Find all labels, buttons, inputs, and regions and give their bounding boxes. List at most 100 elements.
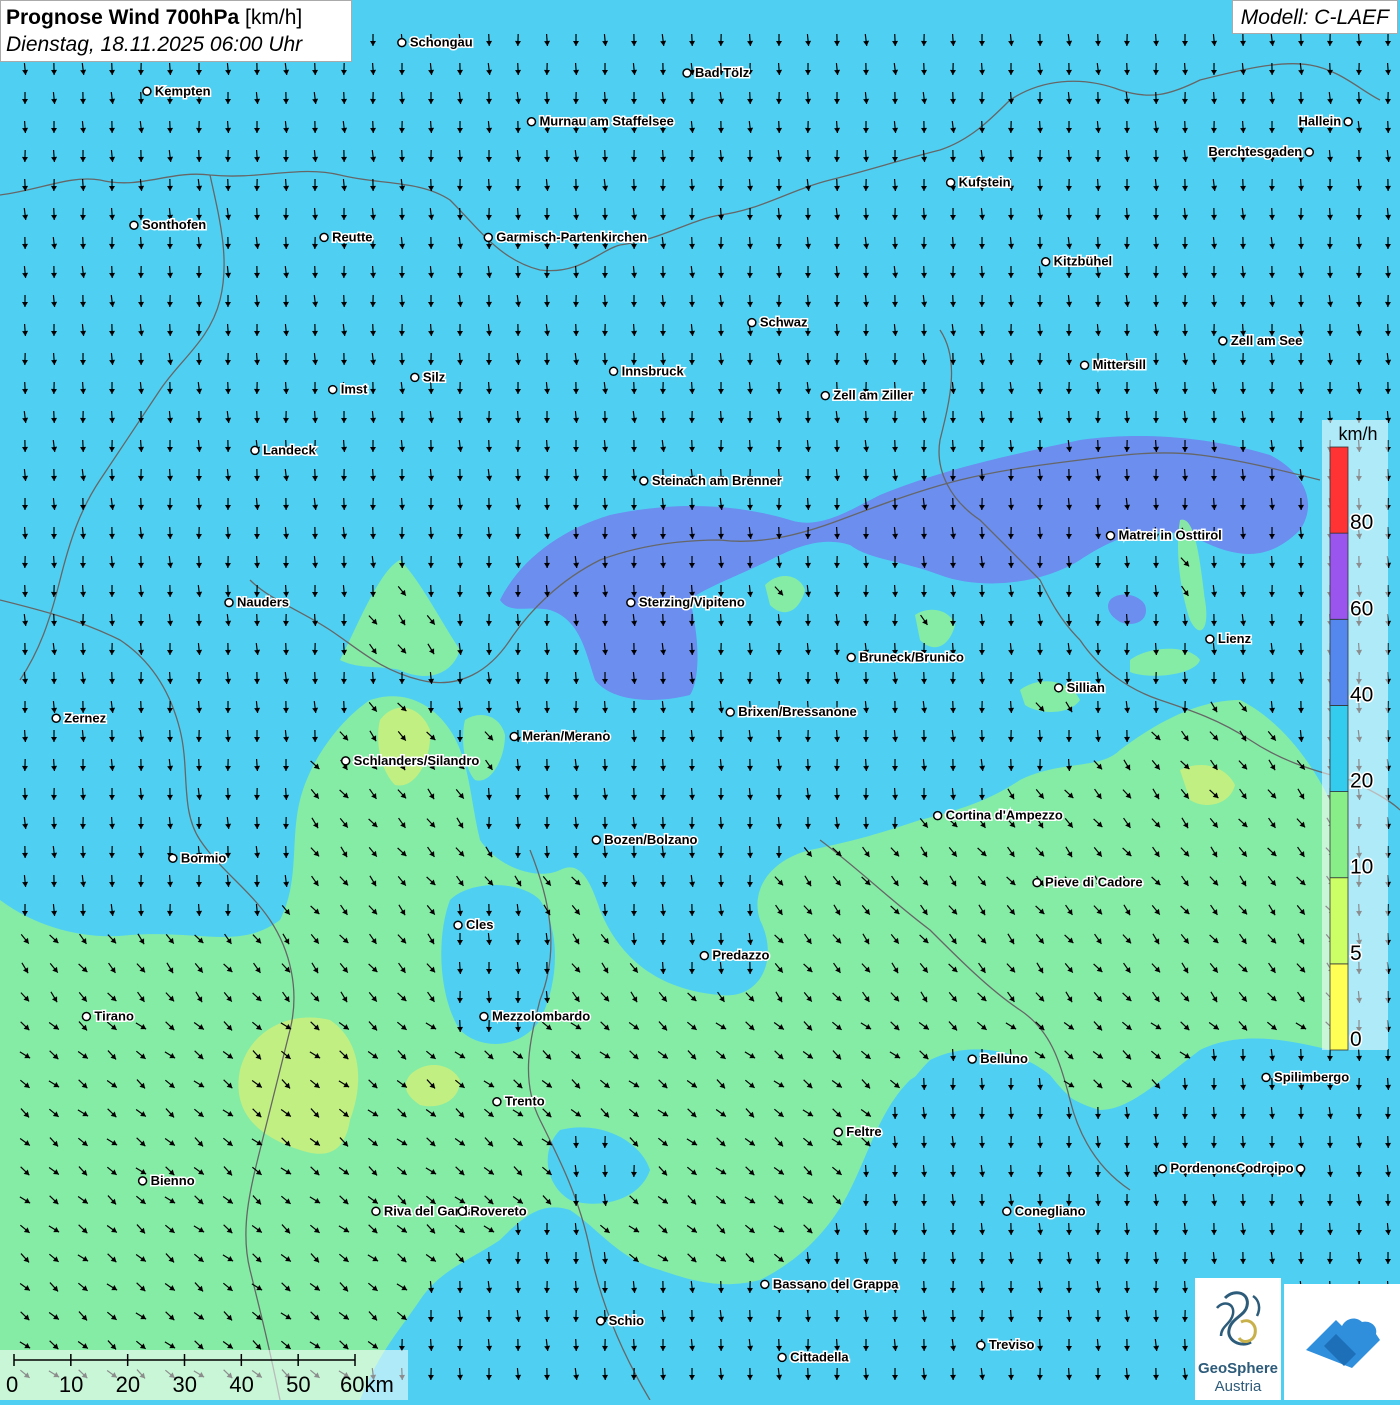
place-dot: [627, 599, 635, 607]
place-dot: [458, 1207, 466, 1215]
place-label: Silz: [423, 369, 446, 384]
place-label: Murnau am Staffelsee: [539, 114, 673, 129]
place-label: Bruneck/Brunico: [859, 649, 964, 664]
place-marker: Innsbruck: [610, 363, 685, 378]
legend-unit: km/h: [1338, 424, 1377, 444]
place-label: Bormio: [181, 850, 227, 865]
place-dot: [1219, 337, 1227, 345]
place-label: Landeck: [263, 442, 317, 457]
legend-label: 80: [1350, 511, 1373, 534]
place-marker: Pieve di Cadore: [1033, 875, 1143, 890]
distance-scale: 0102030405060km: [0, 1350, 408, 1400]
place-marker: Bassano del Grappa: [761, 1276, 899, 1291]
place-label: Bienno: [151, 1173, 195, 1188]
place-label: Rovereto: [470, 1203, 526, 1218]
place-dot: [225, 599, 233, 607]
place-marker: Zell am See: [1219, 333, 1303, 348]
place-dot: [592, 836, 600, 844]
color-legend: km/h051020406080: [1322, 420, 1388, 1051]
place-dot: [683, 69, 691, 77]
wind-map: SchongauBad TölzKemptenMurnau am Staffel…: [0, 0, 1400, 1400]
place-dot: [1055, 684, 1063, 692]
place-dot: [748, 319, 756, 327]
place-label: Predazzo: [712, 948, 769, 963]
legend-swatch: [1330, 792, 1348, 878]
place-label: Bassano del Grappa: [773, 1276, 899, 1291]
place-marker: Brixen/Bressanone: [726, 704, 857, 719]
place-label: Steinach am Brenner: [652, 473, 782, 488]
place-label: Cortina d'Ampezzo: [946, 808, 1063, 823]
place-dot: [143, 87, 151, 95]
place-dot: [834, 1128, 842, 1136]
title-box: Prognose Wind 700hPa [km/h] Dienstag, 18…: [0, 0, 352, 62]
place-label: Schlanders/Silandro: [354, 753, 480, 768]
place-dot: [1297, 1165, 1305, 1173]
place-marker: Schlanders/Silandro: [342, 753, 480, 768]
place-dot: [968, 1055, 976, 1063]
place-label: Cles: [466, 917, 493, 932]
place-label: Brixen/Bressanone: [738, 704, 857, 719]
place-dot: [610, 367, 618, 375]
place-dot: [1262, 1073, 1270, 1081]
place-label: Pordenone: [1170, 1161, 1238, 1176]
map-title: Prognose Wind 700hPa [km/h]: [6, 4, 346, 31]
legend-swatch: [1330, 533, 1348, 619]
place-label: Berchtesgaden: [1208, 144, 1302, 159]
legend-label: 60: [1350, 597, 1373, 620]
scale-label: 40: [229, 1372, 253, 1397]
place-label: Zernez: [64, 710, 106, 725]
place-marker: Spilimbergo: [1262, 1069, 1349, 1084]
place-marker: Berchtesgaden: [1208, 144, 1313, 159]
place-dot: [372, 1207, 380, 1215]
place-marker: Sonthofen: [130, 217, 206, 232]
place-label: Kempten: [155, 83, 211, 98]
place-label: Tirano: [94, 1009, 134, 1024]
place-dot: [411, 373, 419, 381]
geosphere-emblem-icon: [1195, 1278, 1281, 1358]
place-label: Sterzing/Vipiteno: [639, 595, 745, 610]
place-dot: [640, 477, 648, 485]
place-dot: [1305, 148, 1313, 156]
place-dot: [454, 921, 462, 929]
scale-label: 60km: [340, 1372, 394, 1397]
place-dot: [329, 386, 337, 394]
place-marker: Conegliano: [1003, 1203, 1086, 1218]
legend-label: 0: [1350, 1028, 1362, 1051]
model-label: Modell: C-LAEF: [1232, 0, 1398, 34]
place-dot: [82, 1013, 90, 1021]
legend-swatch: [1330, 964, 1348, 1050]
place-dot: [977, 1341, 985, 1349]
place-dot: [1158, 1165, 1166, 1173]
place-label: Schio: [609, 1313, 644, 1328]
legend-swatch: [1330, 447, 1348, 533]
place-label: Imst: [341, 382, 368, 397]
place-label: Bozen/Bolzano: [604, 832, 697, 847]
place-dot: [320, 233, 328, 241]
place-dot: [130, 221, 138, 229]
place-marker: Bruneck/Brunico: [847, 649, 964, 664]
place-marker: Cortina d'Ampezzo: [934, 808, 1063, 823]
place-label: Schwaz: [760, 315, 808, 330]
place-dot: [597, 1317, 605, 1325]
place-label: Garmisch-Partenkirchen: [496, 229, 647, 244]
legend-label: 20: [1350, 770, 1373, 793]
place-dot: [847, 653, 855, 661]
place-dot: [493, 1098, 501, 1106]
place-dot: [342, 757, 350, 765]
place-dot: [527, 118, 535, 126]
legend-label: 40: [1350, 683, 1373, 706]
place-dot: [761, 1280, 769, 1288]
place-label: Zell am See: [1231, 333, 1303, 348]
place-dot: [1033, 879, 1041, 887]
place-dot: [139, 1177, 147, 1185]
legend-swatch: [1330, 619, 1348, 705]
place-label: Meran/Merano: [522, 729, 610, 744]
place-dot: [726, 708, 734, 716]
scale-label: 10: [59, 1372, 83, 1397]
scale-label: 30: [173, 1372, 197, 1397]
place-label: Reutte: [332, 229, 372, 244]
partner-logo: [1284, 1284, 1400, 1400]
place-label: Innsbruck: [622, 363, 685, 378]
place-dot: [1344, 118, 1352, 126]
place-label: Sonthofen: [142, 217, 206, 232]
